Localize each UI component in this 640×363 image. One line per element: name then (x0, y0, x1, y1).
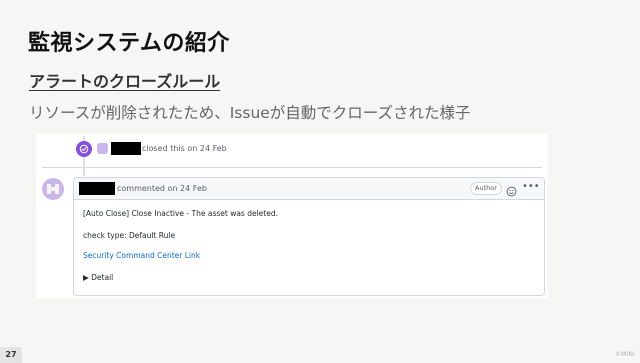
commenter-avatar[interactable] (42, 178, 64, 200)
actor-avatar[interactable] (97, 143, 108, 154)
scc-link[interactable]: Security Command Center Link (83, 251, 200, 261)
comment-body-line: check type: Default Rule (83, 231, 176, 240)
slide-description: リソースが削除されたため、Issueが自動でクローズされた様子 (29, 104, 471, 122)
comment-box: commented on 24 Feb Author ••• [Auto Clo… (73, 177, 545, 296)
redacted-username (111, 142, 141, 155)
copyright: ©MIXI (615, 351, 634, 358)
details-toggle[interactable]: ▶ Detail (83, 273, 113, 283)
commented-text: commented on 24 Feb (117, 184, 207, 193)
issue-screenshot: closed this on 24 Feb commented on 24 Fe… (36, 134, 548, 298)
kebab-menu-icon[interactable]: ••• (522, 180, 540, 194)
timeline-separator (42, 167, 542, 168)
smiley-icon[interactable] (506, 182, 517, 197)
slide-title: 監視システムの紹介 (28, 31, 230, 56)
author-badge: Author (470, 182, 502, 195)
comment-body-line: [Auto Close] Close Inactive - The asset … (83, 209, 278, 218)
closed-check-icon (76, 141, 92, 157)
comment-header: commented on 24 Feb Author ••• (74, 178, 544, 200)
page-number: 27 (0, 347, 22, 363)
closed-event-text: closed this on 24 Feb (142, 144, 227, 153)
slide-subtitle: アラートのクローズルール (29, 72, 221, 91)
redacted-commenter (79, 182, 115, 195)
